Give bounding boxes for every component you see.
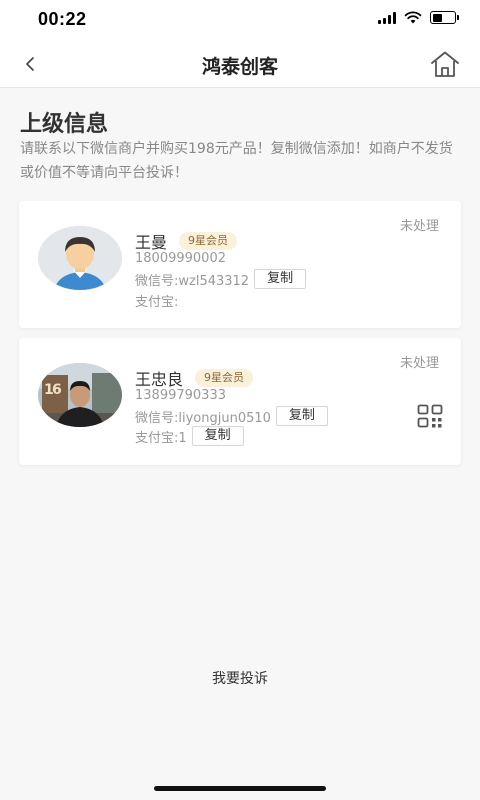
notice-text: 请联系以下微信商户并购买198元产品！复制微信添加！如商户不发货或价值不等请向平…: [20, 141, 453, 181]
superior-card: 1 6 未处理 王忠良 9星会员 13899790333 微信号:liyongj…: [19, 338, 461, 465]
wechat-id: 微信号:liyongjun0510: [135, 410, 271, 426]
qr-code-button[interactable]: [417, 404, 443, 428]
wechat-line: 微信号:liyongjun0510 复制: [135, 406, 328, 426]
member-level-badge: 9星会员: [195, 369, 254, 387]
alipay-id: 支付宝:1: [135, 430, 187, 446]
alipay-line: 支付宝:1 复制: [135, 426, 244, 446]
default-avatar-icon: [38, 226, 122, 290]
page-title: 鸿泰创客: [201, 56, 278, 78]
avatar: [38, 226, 122, 290]
status-bar: 00:22: [0, 0, 480, 40]
copy-alipay-button[interactable]: 复制: [191, 426, 244, 446]
section-title: 上级信息: [20, 112, 109, 137]
nav-bar: 鸿泰创客: [0, 40, 480, 88]
name-row: 王忠良 9星会员: [135, 366, 254, 390]
complain-link[interactable]: 我要投诉: [0, 668, 480, 688]
qr-code-icon: [417, 404, 443, 428]
name-row: 王曼 9星会员: [135, 229, 238, 253]
member-name: 王忠良: [135, 370, 184, 389]
user-photo: 1 6: [38, 363, 122, 427]
wifi-icon: [404, 11, 422, 24]
member-level-badge: 9星会员: [179, 232, 238, 250]
home-indicator: [154, 786, 326, 791]
status-label: 未处理: [399, 356, 439, 371]
copy-wechat-button[interactable]: 复制: [254, 269, 307, 289]
wechat-line: 微信号:wzl543312 复制: [135, 269, 307, 289]
status-time: 00:22: [38, 9, 87, 29]
home-icon: [431, 51, 459, 77]
superior-card: 未处理 王曼 9星会员 18009990002 微信号:wzl543312 复制…: [19, 201, 461, 328]
member-name: 王曼: [135, 233, 168, 252]
wechat-id: 微信号:wzl543312: [135, 273, 250, 289]
home-button[interactable]: [428, 48, 462, 80]
alipay-id: 支付宝:: [135, 295, 179, 310]
status-icons: [378, 11, 459, 24]
phone-text: 13899790333: [135, 388, 226, 403]
phone-number: 18009990002: [135, 251, 226, 266]
status-label: 未处理: [399, 219, 439, 234]
battery-icon: [430, 11, 459, 24]
cellular-signal-icon: [378, 11, 396, 24]
phone-number: 13899790333: [135, 388, 226, 403]
svg-text:6: 6: [52, 382, 62, 398]
avatar: 1 6: [38, 363, 122, 427]
alipay-line: 支付宝:: [135, 291, 178, 310]
phone-text: 18009990002: [135, 251, 226, 266]
copy-wechat-button[interactable]: 复制: [275, 406, 328, 426]
